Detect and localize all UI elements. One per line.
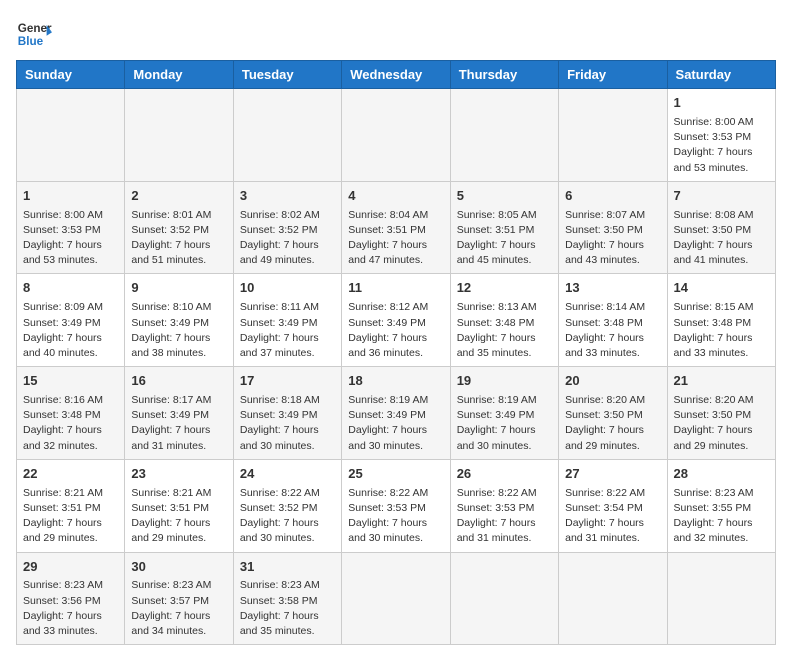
calendar-cell bbox=[450, 89, 558, 182]
calendar-cell bbox=[17, 89, 125, 182]
day-number: 4 bbox=[348, 187, 443, 206]
logo-icon: General Blue bbox=[16, 16, 52, 52]
calendar-cell: 7Sunrise: 8:08 AMSunset: 3:50 PMDaylight… bbox=[667, 181, 775, 274]
day-number: 11 bbox=[348, 279, 443, 298]
day-number: 20 bbox=[565, 372, 660, 391]
calendar-cell: 25Sunrise: 8:22 AMSunset: 3:53 PMDayligh… bbox=[342, 459, 450, 552]
calendar-cell bbox=[559, 89, 667, 182]
calendar-cell: 23Sunrise: 8:21 AMSunset: 3:51 PMDayligh… bbox=[125, 459, 233, 552]
day-number: 29 bbox=[23, 558, 118, 577]
calendar-cell: 17Sunrise: 8:18 AMSunset: 3:49 PMDayligh… bbox=[233, 367, 341, 460]
day-number: 10 bbox=[240, 279, 335, 298]
day-number: 1 bbox=[23, 187, 118, 206]
calendar-cell: 10Sunrise: 8:11 AMSunset: 3:49 PMDayligh… bbox=[233, 274, 341, 367]
day-number: 16 bbox=[131, 372, 226, 391]
calendar-cell: 13Sunrise: 8:14 AMSunset: 3:48 PMDayligh… bbox=[559, 274, 667, 367]
day-number: 23 bbox=[131, 465, 226, 484]
calendar-week-row: 22Sunrise: 8:21 AMSunset: 3:51 PMDayligh… bbox=[17, 459, 776, 552]
calendar-cell: 22Sunrise: 8:21 AMSunset: 3:51 PMDayligh… bbox=[17, 459, 125, 552]
calendar-cell: 24Sunrise: 8:22 AMSunset: 3:52 PMDayligh… bbox=[233, 459, 341, 552]
calendar-cell bbox=[342, 89, 450, 182]
day-number: 9 bbox=[131, 279, 226, 298]
day-number: 14 bbox=[674, 279, 769, 298]
header-wednesday: Wednesday bbox=[342, 61, 450, 89]
calendar-cell bbox=[125, 89, 233, 182]
calendar-header-row: SundayMondayTuesdayWednesdayThursdayFrid… bbox=[17, 61, 776, 89]
calendar-cell: 3Sunrise: 8:02 AMSunset: 3:52 PMDaylight… bbox=[233, 181, 341, 274]
svg-text:Blue: Blue bbox=[18, 35, 44, 48]
header-friday: Friday bbox=[559, 61, 667, 89]
calendar-cell: 1Sunrise: 8:00 AMSunset: 3:53 PMDaylight… bbox=[667, 89, 775, 182]
calendar-cell: 5Sunrise: 8:05 AMSunset: 3:51 PMDaylight… bbox=[450, 181, 558, 274]
calendar-cell: 21Sunrise: 8:20 AMSunset: 3:50 PMDayligh… bbox=[667, 367, 775, 460]
day-number: 17 bbox=[240, 372, 335, 391]
calendar-cell bbox=[342, 552, 450, 645]
calendar-cell: 11Sunrise: 8:12 AMSunset: 3:49 PMDayligh… bbox=[342, 274, 450, 367]
calendar-week-row: 29Sunrise: 8:23 AMSunset: 3:56 PMDayligh… bbox=[17, 552, 776, 645]
calendar-cell: 31Sunrise: 8:23 AMSunset: 3:58 PMDayligh… bbox=[233, 552, 341, 645]
calendar-cell bbox=[233, 89, 341, 182]
calendar-cell: 14Sunrise: 8:15 AMSunset: 3:48 PMDayligh… bbox=[667, 274, 775, 367]
calendar-cell: 27Sunrise: 8:22 AMSunset: 3:54 PMDayligh… bbox=[559, 459, 667, 552]
day-number: 18 bbox=[348, 372, 443, 391]
day-number: 2 bbox=[131, 187, 226, 206]
day-number: 19 bbox=[457, 372, 552, 391]
calendar-week-row: 15Sunrise: 8:16 AMSunset: 3:48 PMDayligh… bbox=[17, 367, 776, 460]
calendar-cell bbox=[667, 552, 775, 645]
calendar-cell: 20Sunrise: 8:20 AMSunset: 3:50 PMDayligh… bbox=[559, 367, 667, 460]
header-monday: Monday bbox=[125, 61, 233, 89]
calendar-cell bbox=[450, 552, 558, 645]
calendar-cell: 16Sunrise: 8:17 AMSunset: 3:49 PMDayligh… bbox=[125, 367, 233, 460]
calendar-cell: 26Sunrise: 8:22 AMSunset: 3:53 PMDayligh… bbox=[450, 459, 558, 552]
header-tuesday: Tuesday bbox=[233, 61, 341, 89]
calendar-week-row: 1Sunrise: 8:00 AMSunset: 3:53 PMDaylight… bbox=[17, 181, 776, 274]
day-number: 1 bbox=[674, 94, 769, 113]
calendar-cell: 18Sunrise: 8:19 AMSunset: 3:49 PMDayligh… bbox=[342, 367, 450, 460]
calendar-cell: 30Sunrise: 8:23 AMSunset: 3:57 PMDayligh… bbox=[125, 552, 233, 645]
day-number: 5 bbox=[457, 187, 552, 206]
calendar-cell: 2Sunrise: 8:01 AMSunset: 3:52 PMDaylight… bbox=[125, 181, 233, 274]
page-header: General Blue bbox=[16, 16, 776, 52]
calendar-week-row: 1Sunrise: 8:00 AMSunset: 3:53 PMDaylight… bbox=[17, 89, 776, 182]
day-number: 30 bbox=[131, 558, 226, 577]
calendar-cell: 6Sunrise: 8:07 AMSunset: 3:50 PMDaylight… bbox=[559, 181, 667, 274]
day-number: 3 bbox=[240, 187, 335, 206]
day-number: 24 bbox=[240, 465, 335, 484]
day-number: 15 bbox=[23, 372, 118, 391]
header-sunday: Sunday bbox=[17, 61, 125, 89]
calendar-cell: 15Sunrise: 8:16 AMSunset: 3:48 PMDayligh… bbox=[17, 367, 125, 460]
calendar-cell: 4Sunrise: 8:04 AMSunset: 3:51 PMDaylight… bbox=[342, 181, 450, 274]
header-thursday: Thursday bbox=[450, 61, 558, 89]
calendar-week-row: 8Sunrise: 8:09 AMSunset: 3:49 PMDaylight… bbox=[17, 274, 776, 367]
calendar-cell: 12Sunrise: 8:13 AMSunset: 3:48 PMDayligh… bbox=[450, 274, 558, 367]
header-saturday: Saturday bbox=[667, 61, 775, 89]
calendar-cell: 8Sunrise: 8:09 AMSunset: 3:49 PMDaylight… bbox=[17, 274, 125, 367]
day-number: 6 bbox=[565, 187, 660, 206]
day-number: 13 bbox=[565, 279, 660, 298]
logo: General Blue bbox=[16, 16, 60, 52]
calendar-cell: 28Sunrise: 8:23 AMSunset: 3:55 PMDayligh… bbox=[667, 459, 775, 552]
day-number: 27 bbox=[565, 465, 660, 484]
day-number: 25 bbox=[348, 465, 443, 484]
calendar-cell bbox=[559, 552, 667, 645]
calendar-table: SundayMondayTuesdayWednesdayThursdayFrid… bbox=[16, 60, 776, 645]
calendar-cell: 19Sunrise: 8:19 AMSunset: 3:49 PMDayligh… bbox=[450, 367, 558, 460]
day-number: 8 bbox=[23, 279, 118, 298]
day-number: 26 bbox=[457, 465, 552, 484]
day-number: 28 bbox=[674, 465, 769, 484]
day-number: 7 bbox=[674, 187, 769, 206]
calendar-cell: 29Sunrise: 8:23 AMSunset: 3:56 PMDayligh… bbox=[17, 552, 125, 645]
day-number: 22 bbox=[23, 465, 118, 484]
calendar-cell: 9Sunrise: 8:10 AMSunset: 3:49 PMDaylight… bbox=[125, 274, 233, 367]
day-number: 31 bbox=[240, 558, 335, 577]
calendar-cell: 1Sunrise: 8:00 AMSunset: 3:53 PMDaylight… bbox=[17, 181, 125, 274]
day-number: 12 bbox=[457, 279, 552, 298]
day-number: 21 bbox=[674, 372, 769, 391]
